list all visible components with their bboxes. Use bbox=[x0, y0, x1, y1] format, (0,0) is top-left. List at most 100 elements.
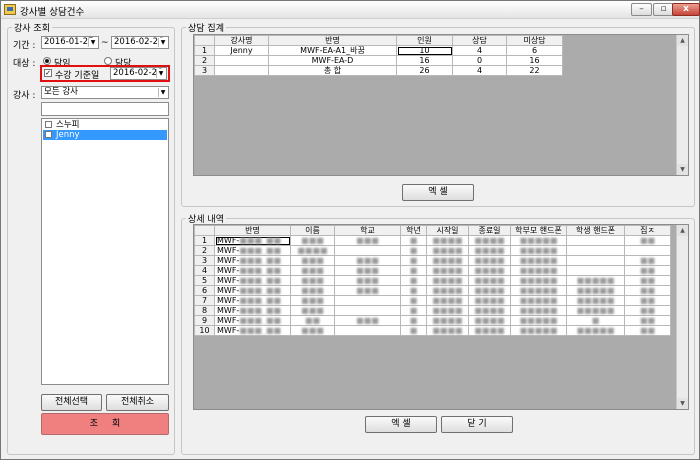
redacted-cell[interactable]: ■ bbox=[400, 325, 427, 336]
detail-excel-button[interactable]: 엑 셀 bbox=[365, 416, 437, 433]
in-charge-radio[interactable] bbox=[43, 57, 51, 65]
class-cell[interactable]: MWF-■■■_■■ bbox=[214, 315, 291, 326]
redacted-cell[interactable]: ■■■■ bbox=[426, 275, 469, 286]
redacted-cell[interactable]: ■■■ bbox=[290, 255, 335, 266]
redacted-cell[interactable]: ■■■■ bbox=[426, 325, 469, 336]
redacted-cell[interactable]: ■■■■ bbox=[426, 235, 469, 246]
redacted-cell[interactable]: ■■■■ bbox=[468, 325, 511, 336]
empty-cell[interactable] bbox=[566, 265, 625, 276]
table-row[interactable]: 6 MWF-■■■_■■ ■■■ ■■■ ■ ■■■■ ■■■■ ■■■■■ ■… bbox=[194, 285, 671, 296]
redacted-cell[interactable]: ■■■■■ bbox=[566, 325, 625, 336]
redacted-cell[interactable]: ■■■■■ bbox=[566, 285, 625, 296]
redacted-cell[interactable]: ■■■ bbox=[290, 295, 335, 306]
redacted-cell[interactable]: ■■■ bbox=[334, 285, 401, 296]
redacted-cell[interactable]: ■■■ bbox=[290, 275, 335, 286]
redacted-cell[interactable]: ■■■■ bbox=[468, 285, 511, 296]
redacted-cell[interactable]: ■■■■ bbox=[468, 245, 511, 256]
consulted-cell[interactable]: 4 bbox=[452, 65, 507, 76]
redacted-cell[interactable]: ■■■■■ bbox=[510, 245, 567, 256]
redacted-cell[interactable]: ■■■■■ bbox=[510, 325, 567, 336]
redacted-cell[interactable]: ■■ bbox=[624, 295, 671, 306]
chevron-down-icon[interactable]: ▼ bbox=[158, 88, 167, 97]
count-cell[interactable]: 26 bbox=[396, 65, 453, 76]
redacted-cell[interactable]: ■■ bbox=[624, 315, 671, 326]
count-cell[interactable]: 10 bbox=[396, 45, 453, 56]
redacted-cell[interactable]: ■■ bbox=[624, 275, 671, 286]
class-cell[interactable]: MWF-■■■_■■ bbox=[214, 285, 291, 296]
class-cell[interactable]: MWF-■■■_■■ bbox=[214, 295, 291, 306]
redacted-cell[interactable]: ■■ bbox=[624, 305, 671, 316]
summary-grid[interactable]: 강사명 반명 인원 상담 미상담 1 Jenny MWF-EA-A1_바꿈 10… bbox=[193, 34, 689, 176]
consulted-cell[interactable]: 4 bbox=[452, 45, 507, 56]
teacher-list-item[interactable]: 스누피 bbox=[43, 120, 167, 130]
empty-cell[interactable] bbox=[624, 245, 671, 256]
redacted-cell[interactable]: ■■■ bbox=[290, 285, 335, 296]
redacted-cell[interactable]: ■ bbox=[400, 305, 427, 316]
teacher-cell[interactable] bbox=[214, 65, 269, 76]
redacted-cell[interactable]: ■■■ bbox=[334, 275, 401, 286]
redacted-cell[interactable]: ■■■■ bbox=[426, 295, 469, 306]
table-row[interactable]: 8 MWF-■■■_■■ ■■■ ■ ■■■■ ■■■■ ■■■■■ ■■■■■… bbox=[194, 305, 671, 316]
redacted-cell[interactable]: ■■■■■ bbox=[566, 305, 625, 316]
redacted-cell[interactable]: ■■■■■ bbox=[510, 315, 567, 326]
column-header[interactable]: 학생 핸드폰 bbox=[566, 225, 625, 236]
redacted-cell[interactable]: ■■■■■ bbox=[566, 295, 625, 306]
tutor-radio[interactable] bbox=[104, 57, 112, 65]
redacted-cell[interactable]: ■■■ bbox=[290, 265, 335, 276]
column-header[interactable]: 강사명 bbox=[214, 35, 269, 46]
redacted-cell[interactable]: ■■ bbox=[624, 255, 671, 266]
redacted-cell[interactable]: ■■■ bbox=[290, 305, 335, 316]
redacted-cell[interactable]: ■■■■■ bbox=[510, 275, 567, 286]
empty-cell[interactable] bbox=[566, 245, 625, 256]
scroll-up-icon[interactable]: ▲ bbox=[677, 225, 688, 236]
close-button[interactable]: 닫 기 bbox=[441, 416, 513, 433]
course-date-checkbox[interactable]: ✓ bbox=[44, 69, 52, 77]
redacted-cell[interactable]: ■■■■ bbox=[426, 315, 469, 326]
redacted-cell[interactable]: ■■■■ bbox=[468, 305, 511, 316]
redacted-cell[interactable]: ■ bbox=[400, 235, 427, 246]
redacted-cell[interactable]: ■ bbox=[400, 295, 427, 306]
redacted-cell[interactable]: ■ bbox=[400, 255, 427, 266]
empty-cell[interactable] bbox=[566, 235, 625, 246]
redacted-cell[interactable]: ■■■ bbox=[334, 255, 401, 266]
redacted-cell[interactable]: ■■ bbox=[624, 265, 671, 276]
redacted-cell[interactable]: ■■■■ bbox=[468, 265, 511, 276]
teacher-filter-input[interactable] bbox=[41, 102, 169, 116]
empty-cell[interactable] bbox=[334, 295, 401, 306]
redacted-cell[interactable]: ■■■■ bbox=[426, 305, 469, 316]
date-from-picker[interactable]: 2016-01-27 ▼ bbox=[41, 36, 99, 49]
column-header[interactable]: 반명 bbox=[214, 225, 291, 236]
teacher-cell[interactable] bbox=[214, 55, 269, 66]
course-date-picker[interactable]: 2016-02-26 ▼ bbox=[110, 67, 167, 80]
column-header[interactable]: 시작일 bbox=[426, 225, 469, 236]
count-cell[interactable]: 16 bbox=[396, 55, 453, 66]
table-row[interactable]: 7 MWF-■■■_■■ ■■■ ■ ■■■■ ■■■■ ■■■■■ ■■■■■… bbox=[194, 295, 671, 306]
redacted-cell[interactable]: ■ bbox=[400, 245, 427, 256]
table-row[interactable]: 4 MWF-■■■_■■ ■■■ ■■■ ■ ■■■■ ■■■■ ■■■■■ ■… bbox=[194, 265, 671, 276]
redacted-cell[interactable]: ■■■■ bbox=[468, 295, 511, 306]
chevron-down-icon[interactable]: ▼ bbox=[156, 69, 165, 78]
redacted-cell[interactable]: ■■■■■ bbox=[510, 285, 567, 296]
column-header[interactable]: 학교 bbox=[334, 225, 401, 236]
table-row[interactable]: 2 MWF-EA-D 16 0 16 bbox=[194, 55, 563, 66]
not-consulted-cell[interactable]: 6 bbox=[506, 45, 563, 56]
close-window-button[interactable]: x bbox=[672, 3, 700, 16]
table-row[interactable]: 3 총 합 26 4 22 bbox=[194, 65, 563, 76]
redacted-cell[interactable]: ■■■■■ bbox=[510, 295, 567, 306]
column-header[interactable]: 학년 bbox=[400, 225, 427, 236]
class-cell[interactable]: MWF-■■■_■■ bbox=[214, 325, 291, 336]
redacted-cell[interactable]: ■■ bbox=[290, 315, 335, 326]
scroll-down-icon[interactable]: ▼ bbox=[677, 164, 688, 175]
table-row[interactable]: 9 MWF-■■■_■■ ■■ ■■■ ■ ■■■■ ■■■■ ■■■■■ ■ … bbox=[194, 315, 671, 326]
redacted-cell[interactable]: ■■■ bbox=[290, 325, 335, 336]
redacted-cell[interactable]: ■■■■ bbox=[290, 245, 335, 256]
column-header[interactable]: 이름 bbox=[290, 225, 335, 236]
column-header[interactable]: 종료일 bbox=[468, 225, 511, 236]
empty-cell[interactable] bbox=[334, 245, 401, 256]
redacted-cell[interactable]: ■ bbox=[400, 315, 427, 326]
redacted-cell[interactable]: ■■■■■ bbox=[510, 265, 567, 276]
class-cell[interactable]: MWF-■■■_■■ bbox=[214, 275, 291, 286]
date-to-picker[interactable]: 2016-02-26 ▼ bbox=[111, 36, 169, 49]
redacted-cell[interactable]: ■■■■■ bbox=[510, 235, 567, 246]
column-header[interactable]: 미상담 bbox=[506, 35, 563, 46]
